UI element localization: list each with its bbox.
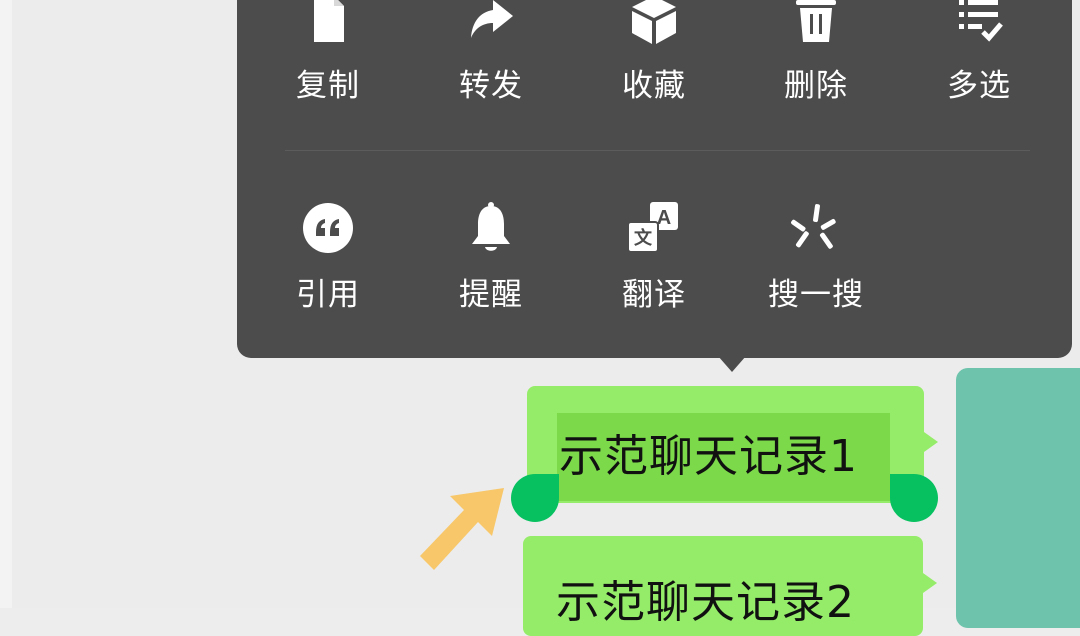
menu-item-search[interactable]: 搜一搜 [741, 195, 891, 315]
menu-item-forward[interactable]: 转发 [416, 0, 566, 104]
forward-icon [471, 0, 513, 38]
menu-item-label: 转发 [459, 68, 523, 104]
delete-icon [796, 0, 836, 42]
quote-icon [303, 203, 353, 253]
menu-item-label: 复制 [296, 68, 360, 104]
message-text-1[interactable]: 示范聊天记录1 [559, 420, 858, 484]
message-text-2[interactable]: 示范聊天记录2 [556, 566, 855, 630]
pointer-arrow-icon [420, 488, 504, 570]
menu-item-delete[interactable]: 删除 [741, 0, 891, 104]
favorite-icon [632, 0, 676, 44]
menu-item-copy[interactable]: 复制 [253, 0, 403, 104]
chat-left-edge [0, 0, 12, 608]
copy-icon [314, 0, 344, 42]
remind-bell-icon [472, 202, 510, 251]
translate-icon: A 文 [627, 202, 678, 253]
bubble-tail [923, 573, 937, 593]
menu-item-label: 收藏 [622, 68, 686, 104]
menu-item-multi-select[interactable]: 多选 [904, 0, 1054, 104]
menu-item-favorite[interactable]: 收藏 [579, 0, 729, 104]
menu-item-label: 翻译 [622, 277, 686, 313]
menu-item-label: 搜一搜 [768, 277, 864, 313]
menu-item-quote[interactable]: 引用 [253, 195, 403, 315]
menu-caret [718, 356, 746, 372]
search-spark-icon [791, 204, 836, 249]
menu-item-label: 多选 [947, 68, 1011, 104]
menu-item-label: 引用 [296, 277, 360, 313]
selection-handle-end[interactable] [890, 474, 938, 522]
translate-wen-glyph: 文 [634, 227, 653, 249]
menu-item-translate[interactable]: A 文 翻译 [579, 195, 729, 315]
menu-item-remind[interactable]: 提醒 [416, 195, 566, 315]
bubble-tail [924, 432, 938, 452]
menu-divider [285, 150, 1030, 151]
multi-select-icon [959, 0, 1003, 42]
avatar[interactable] [956, 368, 1080, 628]
menu-item-label: 提醒 [459, 277, 523, 313]
menu-item-label: 删除 [784, 68, 848, 104]
selection-handle-start[interactable] [511, 474, 559, 522]
